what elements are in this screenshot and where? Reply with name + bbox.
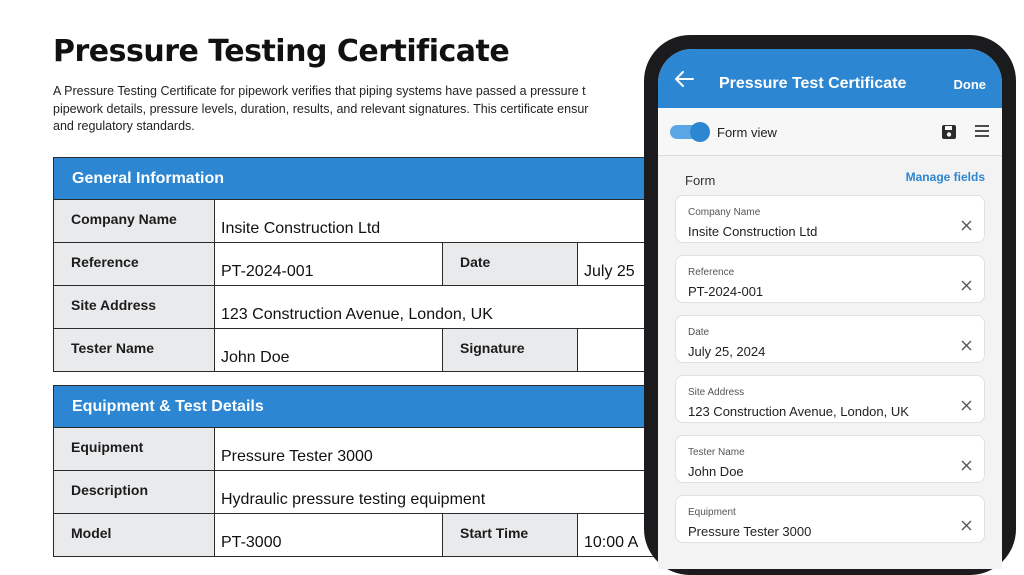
row-value-secondary: 10:00 A [584, 534, 639, 551]
equipment-test-details-table: Equipment & Test Details Equipment Press… [53, 385, 655, 557]
clear-icon[interactable] [961, 220, 972, 231]
manage-fields-link[interactable]: Manage fields [906, 170, 985, 184]
row-label-secondary: Date [443, 243, 578, 285]
table-row: Tester Name John Doe Signature [54, 329, 654, 371]
clear-icon[interactable] [961, 280, 972, 291]
company-name-field[interactable]: Company Name Insite Construction Ltd [675, 195, 985, 243]
field-label: Equipment [688, 507, 736, 518]
document-description: A Pressure Testing Certificate for pipew… [53, 84, 589, 133]
site-address-field[interactable]: Site Address 123 Construction Avenue, Lo… [675, 375, 985, 423]
save-icon[interactable] [941, 124, 957, 140]
reference-field[interactable]: Reference PT-2024-001 [675, 255, 985, 303]
phone-frame: Pressure Test Certificate Done Form view… [644, 35, 1016, 575]
form-toolbar: Form view [658, 108, 1002, 156]
menu-icon[interactable] [975, 125, 989, 137]
row-value: PT-2024-001 [215, 243, 443, 285]
phone-screen: Pressure Test Certificate Done Form view… [658, 49, 1002, 569]
field-label: Date [688, 327, 710, 338]
section-header: Equipment & Test Details [54, 386, 654, 428]
row-value: Insite Construction Ltd [221, 220, 381, 237]
row-value: John Doe [215, 329, 443, 371]
back-arrow-icon[interactable] [674, 71, 694, 87]
section-header: General Information [54, 158, 654, 200]
equipment-field[interactable]: Equipment Pressure Tester 3000 [675, 495, 985, 543]
row-value: 123 Construction Avenue, London, UK [221, 306, 493, 323]
tester-name-field[interactable]: Tester Name John Doe [675, 435, 985, 483]
field-label: Company Name [688, 207, 761, 218]
row-label: Tester Name [54, 329, 215, 371]
app-title: Pressure Test Certificate [719, 75, 907, 92]
table-row: Reference PT-2024-001 Date July 25 [54, 243, 654, 286]
form-header: Form Manage fields [658, 156, 1002, 195]
table-row: Company Name Insite Construction Ltd [54, 200, 654, 243]
field-value[interactable]: PT-2024-001 [688, 284, 763, 299]
clear-icon[interactable] [961, 520, 972, 531]
form-view-label: Form view [717, 125, 777, 140]
table-row: Site Address 123 Construction Avenue, Lo… [54, 286, 654, 329]
row-label: Model [54, 514, 215, 556]
app-bar: Pressure Test Certificate Done [658, 49, 1002, 108]
field-value[interactable]: 123 Construction Avenue, London, UK [688, 404, 909, 419]
clear-icon[interactable] [961, 460, 972, 471]
clear-icon[interactable] [961, 400, 972, 411]
field-value[interactable]: Insite Construction Ltd [688, 224, 817, 239]
form-label: Form [685, 173, 716, 188]
general-information-table: General Information Company Name Insite … [53, 157, 655, 372]
document-title: Pressure Testing Certificate [53, 34, 510, 69]
done-button[interactable]: Done [954, 77, 987, 92]
row-label: Site Address [54, 286, 215, 328]
table-row: Equipment Pressure Tester 3000 [54, 428, 654, 471]
row-value: PT-3000 [215, 514, 443, 556]
row-value: Pressure Tester 3000 [221, 448, 373, 465]
row-label: Reference [54, 243, 215, 285]
clear-icon[interactable] [961, 340, 972, 351]
field-label: Site Address [688, 387, 745, 398]
signature-value [578, 329, 654, 371]
row-value: Hydraulic pressure testing equipment [221, 491, 486, 508]
row-value-secondary: July 25 [584, 263, 635, 280]
row-label: Company Name [54, 200, 215, 242]
form-fields: Company Name Insite Construction Ltd Ref… [658, 195, 1002, 543]
date-field[interactable]: Date July 25, 2024 [675, 315, 985, 363]
field-value[interactable]: July 25, 2024 [688, 344, 765, 359]
table-row: Model PT-3000 Start Time 10:00 A [54, 514, 654, 556]
row-label-secondary: Start Time [443, 514, 578, 556]
row-label: Equipment [54, 428, 215, 470]
row-label-secondary: Signature [443, 329, 578, 371]
form-view-toggle[interactable] [670, 122, 710, 142]
field-label: Tester Name [688, 447, 745, 458]
field-value[interactable]: John Doe [688, 464, 744, 479]
field-label: Reference [688, 267, 735, 278]
row-label: Description [54, 471, 215, 513]
field-value[interactable]: Pressure Tester 3000 [688, 524, 811, 539]
toggle-knob [690, 122, 710, 142]
table-row: Description Hydraulic pressure testing e… [54, 471, 654, 514]
